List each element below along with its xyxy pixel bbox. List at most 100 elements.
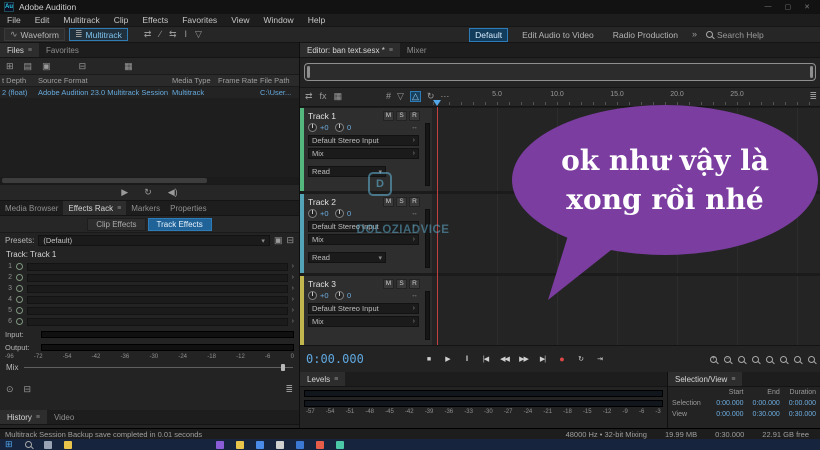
fast-forward-button[interactable]: ▶▶ [517,353,530,366]
mix-slider[interactable] [24,367,293,368]
menu-view[interactable]: View [224,15,256,25]
effect-slot-field[interactable] [27,263,288,271]
workspace-overflow-icon[interactable]: » [692,30,697,39]
mix-slider-thumb[interactable] [281,364,285,371]
pan-value[interactable]: 0 [347,123,359,132]
move-next-button[interactable]: ▶| [536,353,549,366]
effect-slot[interactable]: 2 › [0,272,299,283]
track-color-strip[interactable] [300,108,304,191]
move-tool-icon[interactable]: ⇄ [144,30,152,39]
file-explorer-icon[interactable] [64,441,72,449]
taskbar-app-icon[interactable] [256,441,264,449]
record-button[interactable]: ● [555,353,568,366]
menu-file[interactable]: File [0,15,28,25]
solo-button[interactable]: S [396,111,407,121]
preset-select[interactable]: (Default) ▾ [38,235,270,246]
track-content[interactable] [432,276,820,345]
ruler-options-icon[interactable]: ≣ [809,92,817,101]
tab-history[interactable]: History≡ [0,410,47,424]
tab-video[interactable]: Video [47,410,81,424]
power-icon[interactable] [16,263,23,270]
volume-knob[interactable] [308,123,317,132]
workspace-edit-audio-to-video-button[interactable]: Edit Audio to Video [517,29,599,41]
rack-options-icon[interactable]: ≣ [285,385,293,394]
pan-knob[interactable] [335,291,344,300]
clip-effects-button[interactable]: Clip Effects [87,218,145,231]
file-row[interactable]: 2 (float) Adobe Audition 23.0 Multitrack… [0,87,299,98]
task-view-icon[interactable] [44,441,52,449]
timeline-ruler[interactable] [432,102,820,105]
panel-menu-icon[interactable]: ≡ [36,414,40,421]
track-effects-button[interactable]: Track Effects [148,218,212,231]
preview-speaker-icon[interactable]: ◀) [168,188,178,197]
save-preset-icon[interactable]: ▣ [274,236,283,245]
stop-button[interactable]: ■ [422,353,435,366]
workspace-radio-production-button[interactable]: Radio Production [608,29,683,41]
pause-button[interactable]: ‖ [460,353,473,366]
zoom-full-button[interactable] [808,356,815,363]
pan-value[interactable]: 0 [347,291,359,300]
list-view-icon[interactable]: ▦ [124,62,133,71]
track-name[interactable]: Track 2 [308,197,380,207]
tab-editor[interactable]: Editor: ban text.sesx *≡ [300,43,400,57]
volume-knob[interactable] [308,209,317,218]
panel-menu-icon[interactable]: ≡ [117,205,121,212]
taskbar-app-icon[interactable] [276,441,284,449]
effect-slot[interactable]: 3 › [0,283,299,294]
razor-tool-icon[interactable]: ∕ [159,30,161,39]
menu-edit[interactable]: Edit [28,15,57,25]
preview-play-icon[interactable]: ▶ [121,188,128,197]
menu-window[interactable]: Window [256,15,300,25]
tab-media-browser[interactable]: Media Browser [0,201,63,215]
metronome-icon[interactable]: △ [410,91,421,102]
selection-end-value[interactable]: 0:00.000 [744,400,780,407]
files-horizontal-scrollbar[interactable] [0,177,299,184]
power-icon[interactable] [16,318,23,325]
power-icon[interactable] [16,285,23,292]
taskbar-app-icon[interactable] [296,441,304,449]
search-input[interactable] [717,30,809,40]
mute-button[interactable]: M [383,279,394,289]
fx-toggle-icon[interactable]: fx [320,92,327,101]
menu-clip[interactable]: Clip [107,15,136,25]
maximize-button[interactable]: ▢ [785,3,792,11]
open-file-icon[interactable]: ▤ [24,62,33,71]
volume-value[interactable]: +0 [320,291,332,300]
effect-slot-field[interactable] [27,318,288,326]
skip-selection-button[interactable]: ⇥ [593,353,606,366]
volume-value[interactable]: +0 [320,209,332,218]
editor-settings-icon[interactable]: ⋯ [440,92,449,101]
multitrack-view-button[interactable]: ≣ Multitrack [69,28,128,41]
column-media-type[interactable]: Media Type [172,76,211,85]
add-marker-icon[interactable]: ▽ [397,92,404,101]
trash-icon[interactable]: ⊟ [79,62,87,71]
power-icon[interactable] [16,307,23,314]
volume-value[interactable]: +0 [320,123,332,132]
menu-multitrack[interactable]: Multitrack [56,15,106,25]
zoom-in-button[interactable]: + [710,356,717,363]
panel-menu-icon[interactable]: ≡ [334,376,338,383]
effect-slot-field[interactable] [27,274,288,282]
panel-menu-icon[interactable]: ≡ [389,47,393,54]
track-color-strip[interactable] [300,276,304,345]
menu-effects[interactable]: Effects [135,15,175,25]
track-input-select[interactable]: Default Stereo Input› [308,303,419,314]
snap-icon[interactable]: # [386,92,391,101]
view-duration-value[interactable]: 0:30.000 [780,411,816,418]
move-previous-button[interactable]: |◀ [479,353,492,366]
track-output-select[interactable]: Mix› [308,316,419,327]
rack-power-icon[interactable]: ⊙ [6,385,14,394]
pan-knob[interactable] [335,209,344,218]
workspace-default-button[interactable]: Default [469,28,508,42]
panel-menu-icon[interactable]: ≡ [28,47,32,54]
track-color-strip[interactable] [300,194,304,273]
solo-button[interactable]: S [396,197,407,207]
track-output-select[interactable]: Mix› [308,148,419,159]
power-icon[interactable] [16,274,23,281]
selection-duration-value[interactable]: 0:00.000 [780,400,816,407]
tab-levels[interactable]: Levels≡ [300,372,345,386]
effect-slot[interactable]: 5 › [0,305,299,316]
track-name[interactable]: Track 1 [308,111,380,121]
arm-record-button[interactable]: R [409,197,420,207]
zoom-in-vertical-button[interactable] [766,356,773,363]
